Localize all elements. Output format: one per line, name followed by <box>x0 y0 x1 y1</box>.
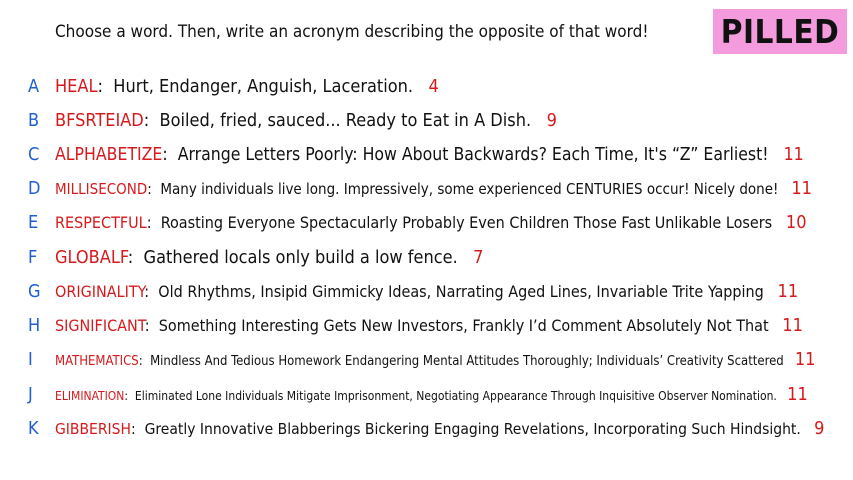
item-word: HEAL <box>55 76 98 97</box>
prompt-text: Choose a word. Then, write an acronym de… <box>55 22 649 42</box>
item-count: 11 <box>783 145 804 165</box>
item-word: RESPECTFUL <box>55 213 147 232</box>
logo-text: PILLED <box>720 12 840 51</box>
item-letter: J <box>28 384 33 405</box>
item-word: MATHEMATICS <box>55 354 139 369</box>
item-word: MILLISECOND <box>55 180 148 198</box>
item-colon: : <box>131 420 145 438</box>
item-count: 11 <box>777 281 799 302</box>
item-colon: : <box>143 110 160 131</box>
item-definition: Mindless And Tedious Homework Endangerin… <box>150 354 784 369</box>
item-letter: F <box>28 247 38 268</box>
item-colon: : <box>162 145 178 165</box>
item-word: ALPHABETIZE <box>55 145 163 165</box>
item-colon: : <box>144 282 159 301</box>
item-letter: E <box>28 212 39 233</box>
item-colon: : <box>146 213 161 232</box>
item-colon: : <box>138 354 151 369</box>
item-letter: C <box>28 144 40 165</box>
item-word: GIBBERISH <box>55 420 132 438</box>
item-definition: Gathered locals only build a low fence. <box>143 247 458 268</box>
item-letter: A <box>28 76 40 97</box>
item-definition: Many individuals live long. Impressively… <box>160 180 779 198</box>
item-word: SIGNIFICANT <box>55 316 145 335</box>
item-colon: : <box>97 76 114 97</box>
item-count: 11 <box>791 178 812 199</box>
item-count: 9 <box>814 418 825 439</box>
item-word: BFSRTEIAD <box>55 110 144 131</box>
item-definition: Arrange Letters Poorly: How About Backwa… <box>177 145 769 165</box>
item-definition: Greatly Innovative Blabberings Bickering… <box>144 420 801 438</box>
item-colon: : <box>147 180 161 198</box>
item-count: 7 <box>473 247 484 268</box>
item-letter: G <box>28 281 41 302</box>
item-colon: : <box>144 316 159 335</box>
item-colon: : <box>127 247 144 268</box>
item-letter: B <box>28 110 40 131</box>
item-count: 11 <box>794 349 816 370</box>
item-letter: D <box>28 178 41 199</box>
item-definition: Boiled, fried, sauced... Ready to Eat in… <box>159 110 532 131</box>
item-count: 9 <box>546 110 557 131</box>
item-definition: Hurt, Endanger, Anguish, Laceration. <box>113 76 414 97</box>
item-definition: Eliminated Lone Individuals Mitigate Imp… <box>134 389 777 403</box>
item-colon: : <box>124 389 135 403</box>
item-letter: I <box>28 349 33 370</box>
item-definition: Old Rhythms, Insipid Gimmicky Ideas, Nar… <box>158 282 764 301</box>
item-definition: Something Interesting Gets New Investors… <box>158 316 769 335</box>
pilled-logo: PILLED <box>713 9 847 54</box>
item-count: 11 <box>782 315 803 336</box>
item-word: GLOBALF <box>55 247 128 268</box>
item-count: 10 <box>785 212 807 233</box>
item-letter: K <box>28 418 39 439</box>
item-letter: H <box>28 315 41 336</box>
item-word: ORIGINALITY <box>55 282 145 301</box>
item-word: ELIMINATION <box>55 389 125 403</box>
item-definition: Roasting Everyone Spectacularly Probably… <box>160 213 773 232</box>
item-count: 4 <box>428 76 439 97</box>
item-count: 11 <box>787 384 808 405</box>
